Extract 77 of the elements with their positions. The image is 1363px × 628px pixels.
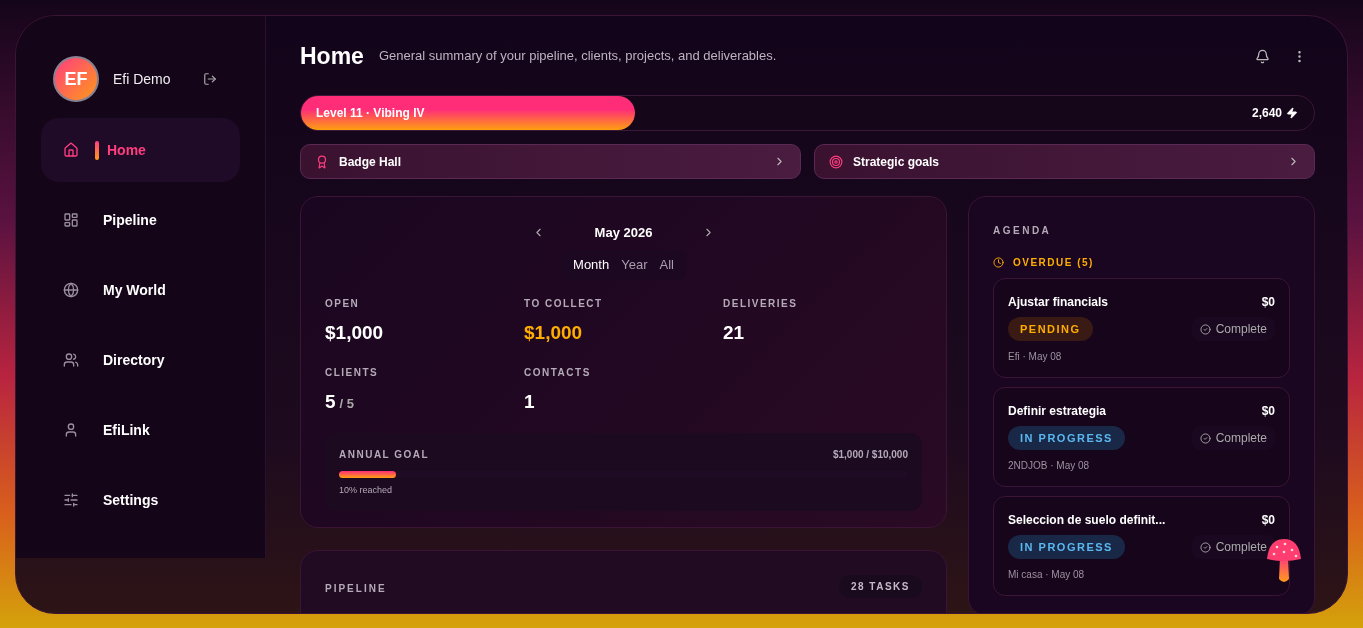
period-label: May 2026 xyxy=(594,224,653,242)
logout-icon[interactable] xyxy=(202,72,217,86)
sidebar-label: EfiLink xyxy=(103,420,150,440)
mushroom-icon xyxy=(1265,537,1303,585)
shortcut-button[interactable]: Strategic goals xyxy=(814,144,1315,179)
period-tab[interactable]: Month xyxy=(567,252,616,277)
sidebar-item[interactable]: Directory xyxy=(41,328,240,392)
complete-button[interactable]: Complete xyxy=(1191,535,1275,559)
check-circle-icon xyxy=(1199,541,1211,553)
agenda-title: AGENDA xyxy=(993,224,1053,238)
status-badge: IN PROGRESS xyxy=(1008,426,1125,450)
complete-button[interactable]: Complete xyxy=(1191,426,1275,450)
stat-label: CLIENTS xyxy=(325,366,380,380)
complete-button[interactable]: Complete xyxy=(1191,317,1275,341)
notification-icon[interactable] xyxy=(1255,48,1270,64)
sidebar-item[interactable]: Pipeline xyxy=(41,188,240,252)
level-label: Level 11 · Vibing IV xyxy=(316,105,425,122)
goal-caption: 10% reached xyxy=(339,483,394,497)
stat-value: 1 xyxy=(524,390,535,414)
users-icon xyxy=(63,352,79,368)
target-icon xyxy=(829,154,843,169)
page-title: Home xyxy=(300,41,364,71)
goal-label: ANNUAL GOAL xyxy=(339,447,430,462)
sidebar-item[interactable]: EfiLink xyxy=(41,398,240,462)
task-meta: Efi · May 08 xyxy=(1008,350,1063,364)
agenda-item[interactable]: Seleccion de suelo definit... $0 IN PROGRESS Complete Mi casa · May 08 xyxy=(993,496,1290,596)
board-icon xyxy=(63,212,79,228)
sidebar-label: Pipeline xyxy=(103,210,157,230)
sidebar-item[interactable]: Home xyxy=(41,118,240,182)
stat-label: OPEN xyxy=(325,296,361,311)
stat-label: DELIVERIES xyxy=(723,296,799,311)
settings-icon xyxy=(63,492,79,508)
stat-value: $1,000 xyxy=(524,320,583,345)
user-icon xyxy=(63,422,79,438)
task-count: 28 TASKS xyxy=(838,575,922,598)
task-title: Seleccion de suelo definit... xyxy=(1008,512,1166,529)
stat-value: $1,000 xyxy=(325,320,384,345)
active-indicator xyxy=(95,140,99,160)
stat-value: 5 xyxy=(325,390,336,414)
period-tab[interactable]: Year xyxy=(615,252,654,277)
sidebar-label: Home xyxy=(107,140,146,160)
sidebar-item[interactable]: Settings xyxy=(41,468,240,532)
status-badge: IN PROGRESS xyxy=(1008,535,1125,559)
award-icon xyxy=(315,154,329,169)
shortcut-button[interactable]: Badge Hall xyxy=(300,144,801,179)
stat-label: TO COLLECT xyxy=(524,296,604,311)
sidebar-label: My World xyxy=(103,280,166,300)
stat-value: 21 xyxy=(723,320,745,345)
stat-label: CONTACTS xyxy=(524,366,592,380)
user-name: Efi Demo xyxy=(113,69,171,89)
bolt-icon xyxy=(1286,107,1298,119)
stat-total: / 5 xyxy=(339,395,355,413)
status-badge: PENDING xyxy=(1008,317,1093,341)
avatar: EF xyxy=(53,56,99,102)
task-amount: $0 xyxy=(1261,294,1275,311)
task-amount: $0 xyxy=(1261,403,1275,420)
task-meta: 2NDJOB · May 08 xyxy=(1008,459,1091,473)
check-circle-icon xyxy=(1199,323,1211,335)
task-meta: Mi casa · May 08 xyxy=(1008,568,1086,582)
task-title: Definir estrategia xyxy=(1008,403,1107,420)
task-title: Ajustar financials xyxy=(1008,294,1109,311)
clock-icon xyxy=(993,257,1004,268)
agenda-item[interactable]: Definir estrategia $0 IN PROGRESS Complete 2NDJOB · May 08 xyxy=(993,387,1290,487)
check-circle-icon xyxy=(1199,432,1211,444)
goal-amount: $1,000 / $10,000 xyxy=(832,447,908,462)
period-tab[interactable]: All xyxy=(653,252,680,277)
task-amount: $0 xyxy=(1261,512,1275,529)
sidebar-label: Directory xyxy=(103,350,165,370)
sidebar-label: Settings xyxy=(103,490,159,510)
globe-icon xyxy=(63,282,79,298)
overdue-label: OVERDUE (5) xyxy=(1013,256,1094,270)
sidebar-item[interactable]: My World xyxy=(41,258,240,322)
points-value: 2,640 xyxy=(1251,105,1282,122)
page-subtitle: General summary of your pipeline, clients, projects, and deliverables. xyxy=(378,47,777,66)
pipeline-title: PIPELINE xyxy=(325,582,387,596)
home-icon xyxy=(63,142,79,158)
agenda-item[interactable]: Ajustar financials $0 PENDING Complete Efi · May 08 xyxy=(993,278,1290,378)
